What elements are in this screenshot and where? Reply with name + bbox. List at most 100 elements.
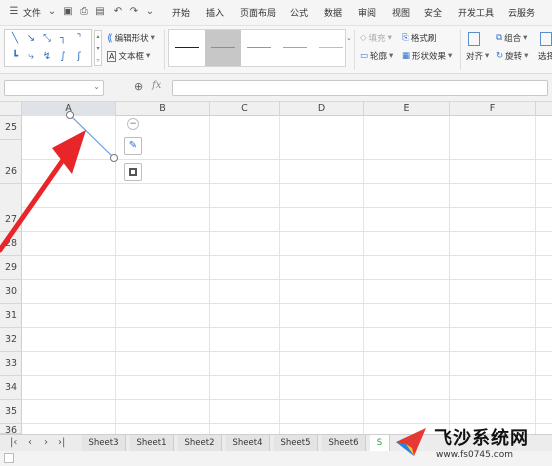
elbow-double-arrow-icon[interactable]: ┗ — [9, 51, 21, 63]
line-shape-icon[interactable]: ╲ — [9, 33, 21, 45]
quick-access-dropdown-icon[interactable]: ⌄ — [144, 6, 156, 18]
gallery-scroll[interactable]: ▴ ▾ ▿ — [94, 30, 102, 66]
group-button[interactable]: ⧉ 组合 ▾ — [496, 32, 527, 44]
name-box[interactable]: ⌄ — [4, 80, 104, 96]
group-icon: ⧉ — [496, 33, 503, 43]
fill-button[interactable]: ◇ 填充 ▾ — [360, 32, 392, 44]
fx-label[interactable]: fx — [152, 80, 161, 91]
brand-name: 飞沙系统网 — [434, 428, 529, 449]
last-sheet-icon[interactable]: ›| — [58, 437, 65, 448]
style-swatch[interactable] — [313, 30, 349, 66]
style-swatch[interactable] — [169, 30, 205, 66]
textbox-icon: A — [107, 50, 117, 62]
undo-icon[interactable]: ↶ — [112, 6, 124, 18]
shape-effect-icon: ▦ — [402, 51, 411, 61]
shape-style-pen-icon[interactable]: ✎ — [124, 137, 142, 155]
redo-icon[interactable]: ↷ — [128, 6, 140, 18]
status-icon[interactable] — [4, 453, 14, 463]
first-sheet-icon[interactable]: |‹ — [10, 437, 17, 448]
print-icon[interactable]: ⎙ — [78, 6, 90, 18]
menu-bar: ☰ 文件 ⌄ ▣ ⎙ ▤ ↶ ↷ ⌄ 开始 插入 页面布局 公式 数据 审阅 视… — [0, 0, 552, 26]
rotate-button[interactable]: ↻ 旋转 ▾ — [496, 50, 528, 62]
divider — [164, 30, 165, 70]
chevron-down-icon: ▾ — [448, 51, 453, 61]
chevron-down-icon: ▾ — [150, 33, 155, 43]
tab-insert[interactable]: 插入 — [206, 6, 224, 19]
style-swatch-selected[interactable] — [205, 30, 241, 66]
file-menu[interactable]: 文件 — [23, 6, 41, 19]
curved-arrow-icon[interactable]: ↯ — [41, 51, 53, 63]
chevron-down-icon: ▾ — [389, 51, 394, 61]
tab-review[interactable]: 审阅 — [358, 6, 376, 19]
select-icon — [540, 32, 552, 46]
tab-cloud-service[interactable]: 云服务 — [508, 6, 535, 19]
shape-fill-outline-icon[interactable] — [124, 163, 142, 181]
tab-security[interactable]: 安全 — [424, 6, 442, 19]
brand-logo-icon — [396, 428, 426, 456]
watermark: 飞沙系统网 www.fs0745.com — [392, 412, 552, 466]
tab-data[interactable]: 数据 — [324, 6, 342, 19]
print-preview-icon[interactable]: ▤ — [94, 6, 106, 18]
chevron-down-icon: ▾ — [523, 33, 528, 43]
chevron-down-icon: ▾ — [524, 51, 529, 61]
shape-style-gallery[interactable] — [168, 29, 346, 67]
ribbon: ╲ ↘ ⤡ ┐ ⌝ ┗ ⤷ ↯ ∫ ʃ ▴ ▾ ▿ ⟪ 编辑形状 ▾ A 文本框 ▾… — [0, 26, 552, 74]
previous-sheet-icon[interactable]: ‹ — [28, 437, 32, 448]
elbow-arrow-icon[interactable]: ⌝ — [73, 33, 85, 45]
arrow-shape-icon[interactable]: ↘ — [25, 33, 37, 45]
sheet-tab[interactable]: Sheet1 — [130, 435, 174, 451]
align-button[interactable]: 对齐 ▾ — [466, 50, 489, 62]
double-arrow-shape-icon[interactable]: ⤡ — [41, 33, 53, 45]
tab-page-layout[interactable]: 页面布局 — [240, 6, 276, 19]
chevron-down-icon[interactable]: ⌄ — [46, 6, 58, 18]
curve-shape-icon[interactable]: ∫ — [57, 51, 69, 63]
textbox-button[interactable]: A 文本框 ▾ — [107, 50, 150, 62]
chevron-down-icon: ▾ — [485, 51, 490, 61]
annotation-arrow-shaft — [0, 147, 73, 253]
sheet-tab-active[interactable]: S — [370, 435, 390, 451]
tab-home[interactable]: 开始 — [172, 6, 190, 19]
formula-input[interactable] — [172, 80, 548, 96]
sheet-tab[interactable]: Sheet3 — [82, 435, 126, 451]
formula-bar: ⌄ ⊕ fx — [0, 74, 552, 102]
hamburger-icon[interactable]: ☰ — [8, 6, 20, 18]
elbow-connector-icon[interactable]: ┐ — [57, 33, 69, 45]
curved-connector-icon[interactable]: ⤷ — [25, 51, 37, 63]
format-painter-button[interactable]: ⎘ 格式刷 — [402, 32, 436, 44]
drawing-layer — [0, 111, 118, 253]
divider — [354, 30, 355, 70]
style-swatch[interactable] — [277, 30, 313, 66]
style-line — [319, 47, 343, 48]
zoom-search-icon[interactable]: ⊕ — [134, 80, 143, 93]
outline-button[interactable]: ▭ 轮廓 ▾ — [360, 50, 393, 62]
tab-view[interactable]: 视图 — [392, 6, 410, 19]
format-painter-icon: ⎘ — [402, 33, 409, 43]
sheet-tab[interactable]: Sheet6 — [322, 435, 366, 451]
shape-gallery[interactable]: ╲ ↘ ⤡ ┐ ⌝ ┗ ⤷ ↯ ∫ ʃ — [4, 29, 92, 67]
gallery-expand-icon[interactable]: ⌄ — [346, 34, 352, 42]
sheet-tab[interactable]: Sheet2 — [178, 435, 222, 451]
sheet-tab[interactable]: Sheet5 — [274, 435, 318, 451]
rotate-icon: ↻ — [496, 51, 504, 61]
style-line — [211, 47, 235, 48]
edit-shape-button[interactable]: ⟪ 编辑形状 ▾ — [107, 32, 155, 45]
next-sheet-icon[interactable]: › — [44, 437, 48, 448]
save-icon[interactable]: ▣ — [62, 6, 74, 18]
freeform-shape-icon[interactable]: ʃ — [73, 51, 85, 63]
tab-formulas[interactable]: 公式 — [290, 6, 308, 19]
tab-developer[interactable]: 开发工具 — [458, 6, 494, 19]
shape-effect-button[interactable]: ▦ 形状效果 ▾ — [402, 50, 452, 62]
style-swatch[interactable] — [241, 30, 277, 66]
square-icon — [129, 168, 137, 176]
chevron-down-icon: ▾ — [146, 51, 151, 61]
brand-url: www.fs0745.com — [436, 450, 513, 460]
select-button[interactable]: 选择 — [538, 50, 552, 62]
collapse-icon[interactable]: − — [127, 118, 139, 130]
line-end-handle[interactable] — [110, 154, 118, 162]
fill-icon: ◇ — [360, 33, 367, 43]
outline-icon: ▭ — [360, 51, 369, 61]
chevron-down-icon: ▾ — [387, 33, 392, 43]
sheet-tab[interactable]: Sheet4 — [226, 435, 270, 451]
divider — [460, 30, 461, 70]
line-start-handle[interactable] — [66, 111, 74, 119]
